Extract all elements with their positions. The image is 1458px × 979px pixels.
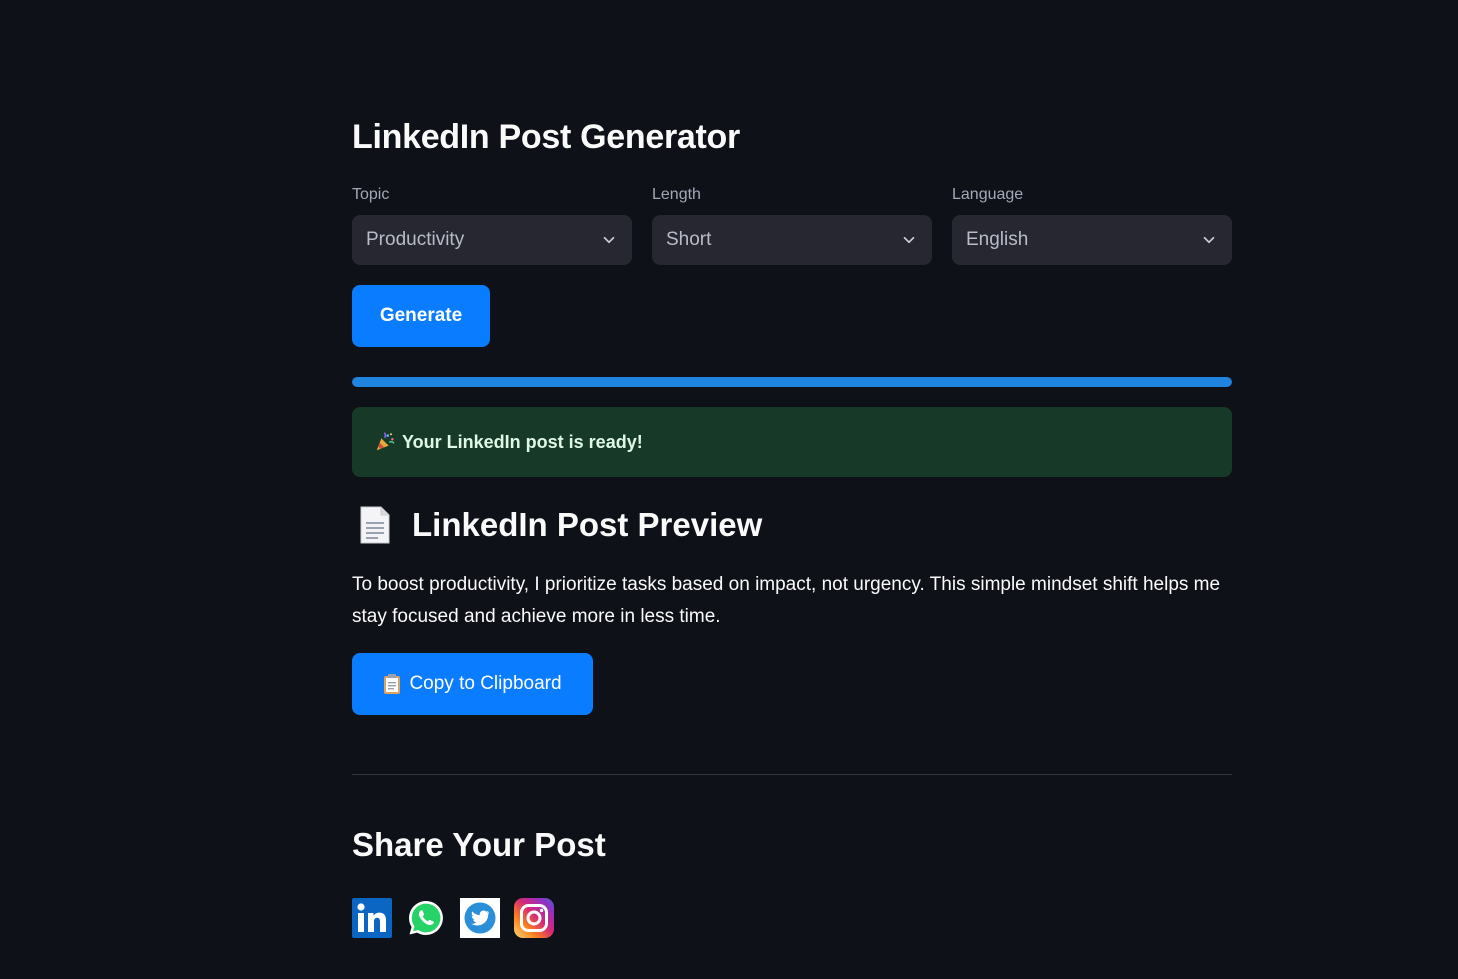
chevron-down-icon: [1203, 236, 1215, 244]
length-label: Length: [652, 186, 701, 203]
party-popper-icon: [376, 432, 395, 451]
share-icons: [352, 898, 554, 938]
chevron-down-icon: [903, 236, 915, 244]
chevron-down-icon: [603, 236, 615, 244]
progress-bar-fill: [352, 377, 1232, 387]
progress-bar: [352, 377, 1232, 387]
page-title: LinkedIn Post Generator: [352, 118, 740, 156]
post-preview-text: To boost productivity, I prioritize task…: [352, 574, 1221, 627]
topic-select[interactable]: Productivity: [352, 215, 632, 265]
topic-label: Topic: [352, 186, 390, 203]
share-title: Share Your Post: [352, 826, 606, 863]
topic-select-group: Topic Productivity: [352, 184, 632, 265]
preview-heading: LinkedIn Post Preview: [352, 505, 762, 545]
instagram-icon[interactable]: [514, 898, 554, 938]
clipboard-icon: [384, 674, 401, 694]
success-message: Your LinkedIn post is ready!: [402, 431, 643, 452]
options-row: Topic Productivity Length Short Language…: [352, 184, 1232, 265]
linkedin-icon[interactable]: [352, 898, 392, 938]
length-selected-value: Short: [666, 229, 712, 250]
copy-button-label: Copy to Clipboard: [409, 673, 562, 694]
language-selected-value: English: [966, 229, 1029, 250]
preview-title: LinkedIn Post Preview: [412, 506, 763, 543]
whatsapp-icon[interactable]: [406, 898, 446, 938]
divider: [352, 774, 1232, 775]
language-select-group: Language English: [952, 184, 1232, 265]
language-label: Language: [952, 186, 1024, 203]
twitter-icon[interactable]: [460, 898, 500, 938]
success-alert: Your LinkedIn post is ready!: [352, 407, 1232, 477]
topic-selected-value: Productivity: [366, 229, 465, 250]
length-select[interactable]: Short: [652, 215, 932, 265]
language-select[interactable]: English: [952, 215, 1232, 265]
length-select-group: Length Short: [652, 184, 932, 265]
document-icon: [360, 506, 390, 544]
generate-button[interactable]: Generate: [352, 285, 490, 347]
copy-to-clipboard-button[interactable]: Copy to Clipboard: [352, 653, 593, 715]
